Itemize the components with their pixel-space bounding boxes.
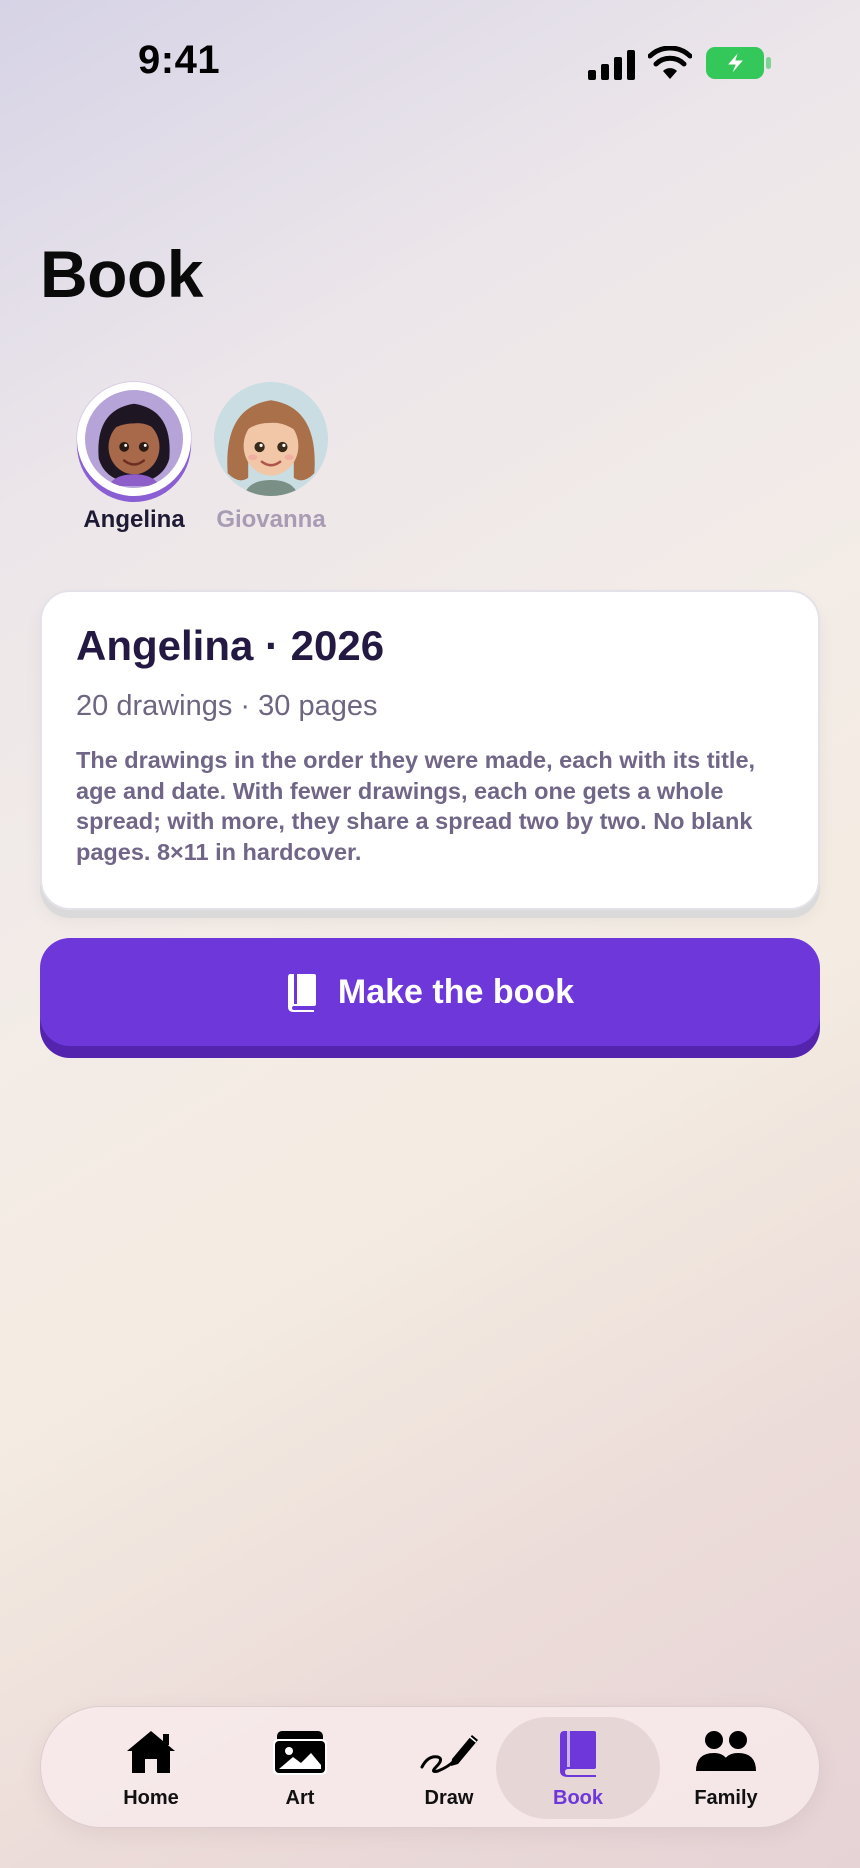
avatar-angelina [85, 390, 183, 488]
tab-label: Family [694, 1787, 758, 1809]
tab-label: Book [553, 1787, 603, 1809]
avatar-ring [77, 382, 191, 496]
family-icon [696, 1731, 756, 1771]
tab-family[interactable]: Family [644, 1717, 808, 1819]
tab-art[interactable]: Art [218, 1717, 382, 1819]
avatar-ring [214, 382, 328, 496]
draw-icon [420, 1735, 478, 1773]
book-description: The drawings in the order they were made… [76, 747, 756, 865]
profile-name: Angelina [83, 506, 185, 533]
book-stats: 20 drawings · 30 pages [76, 690, 378, 722]
tab-bar: Home Art Draw Book Family [40, 1706, 820, 1828]
profile-angelina[interactable]: Angelina [69, 382, 199, 534]
profile-name: Giovanna [216, 506, 326, 533]
profile-giovanna[interactable]: Giovanna [206, 382, 336, 534]
book-icon [560, 1731, 596, 1777]
home-icon [127, 1731, 175, 1773]
status-time: 9:41 [138, 38, 221, 82]
page-title: Book [40, 237, 204, 311]
cellular-signal-icon [588, 50, 635, 80]
wifi-icon [648, 46, 692, 79]
make-book-button[interactable]: Make the book [40, 938, 820, 1046]
battery-charging-icon [706, 47, 771, 79]
tab-label: Art [285, 1787, 315, 1809]
make-book-label: Make the book [337, 972, 575, 1011]
tab-label: Home [123, 1787, 179, 1809]
avatar-giovanna [214, 382, 328, 496]
status-bar: 9:41 [0, 0, 860, 120]
photos-icon [273, 1731, 327, 1775]
book-icon [287, 974, 316, 1012]
tab-book[interactable]: Book [496, 1717, 660, 1819]
tab-home[interactable]: Home [69, 1717, 233, 1819]
book-summary-card: Angelina · 2026 20 drawings · 30 pages T… [40, 590, 820, 910]
book-title: Angelina · 2026 [76, 622, 385, 669]
